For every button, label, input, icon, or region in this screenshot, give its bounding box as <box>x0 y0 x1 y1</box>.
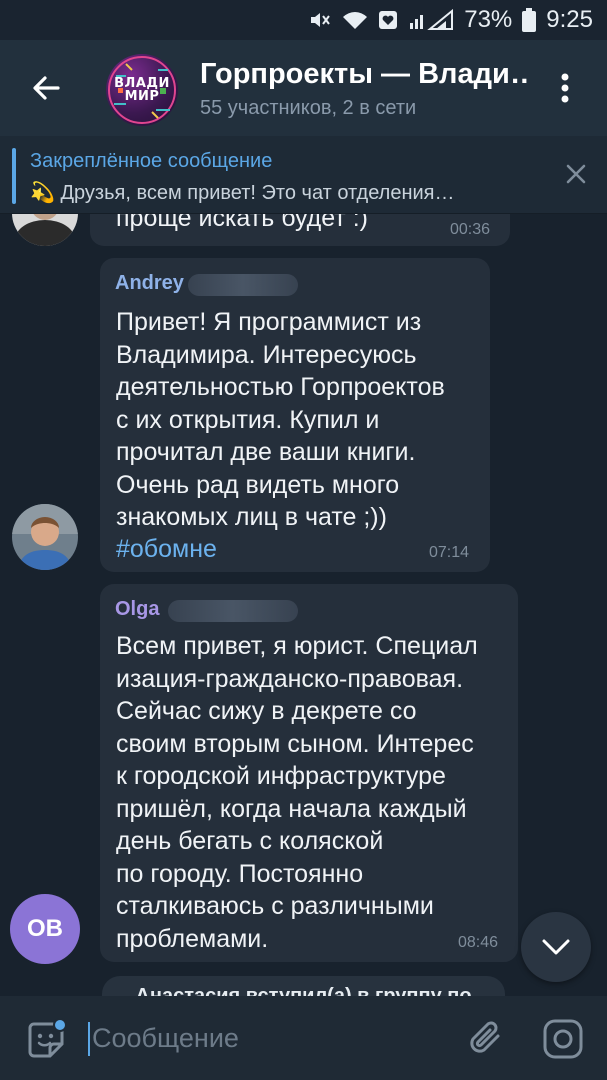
avatar-pattern-icon <box>108 56 176 124</box>
heart-box-icon <box>378 10 398 30</box>
chevron-down-icon <box>542 939 570 955</box>
close-icon <box>566 164 586 184</box>
hashtag-link[interactable]: #обомне <box>116 533 217 566</box>
service-message: Анастасия вступил(а) в группу по <box>102 976 505 996</box>
pinned-emoji: 💫 <box>30 182 55 204</box>
user-photo-icon <box>12 504 78 570</box>
battery-percent: 73% <box>464 6 513 33</box>
message-bubble[interactable]: Olga Всем привет, я юрист. Специал изаци… <box>100 584 518 962</box>
chat-subtitle: 55 участников, 2 в сети <box>200 97 417 119</box>
message-bubble[interactable]: Andrey Привет! Я программист из Владимир… <box>100 258 490 572</box>
message-text: Всем привет, я юрист. Специал изация-гра… <box>116 632 478 953</box>
pinned-label: Закреплённое сообщение <box>30 150 273 172</box>
battery-icon <box>522 8 537 32</box>
chat-title[interactable]: Горпроекты — Влади… <box>200 58 530 91</box>
notification-dot <box>53 1018 67 1032</box>
more-vertical-icon <box>561 73 569 103</box>
message-composer <box>0 996 607 1080</box>
paperclip-icon <box>470 1021 500 1053</box>
sender-name-redacted <box>188 274 298 296</box>
message-time: 00:36 <box>450 221 491 238</box>
avatar[interactable] <box>12 214 78 246</box>
avatar[interactable] <box>12 504 78 570</box>
status-bar: 73% 9:25 <box>0 0 607 40</box>
text-cursor <box>88 1022 90 1056</box>
pinned-preview: 💫 Друзья, всем привет! Это чат отделения… <box>30 180 530 205</box>
pinned-text: Друзья, всем привет! Это чат отделения… <box>60 182 455 204</box>
message-text: проще искать будет :) <box>116 214 368 232</box>
mute-icon <box>308 9 332 31</box>
attach-button[interactable] <box>466 1016 506 1060</box>
message-input[interactable] <box>92 1018 432 1058</box>
camera-button[interactable] <box>542 1018 584 1060</box>
user-photo-icon <box>12 214 78 246</box>
chat-header: ВЛАДИ МИР Горпроекты — Влади… 55 участни… <box>0 40 607 136</box>
message-list[interactable]: проще искать будет :) 00:36 Andrey Приве… <box>0 214 607 996</box>
sender-name-redacted <box>168 600 298 622</box>
sender-name[interactable]: Olga <box>115 598 159 621</box>
wifi-icon <box>342 9 368 31</box>
close-pinned-button[interactable] <box>562 160 590 188</box>
arrow-left-icon <box>33 76 60 100</box>
sender-name[interactable]: Andrey <box>115 272 184 295</box>
avatar[interactable]: OB <box>10 894 80 964</box>
scroll-down-button[interactable] <box>521 912 591 982</box>
camera-icon <box>543 1019 583 1059</box>
message-text: Привет! Я программист из Владимира. Инте… <box>116 308 445 531</box>
group-avatar[interactable]: ВЛАДИ МИР <box>106 54 178 126</box>
pinned-message-bar[interactable]: Закреплённое сообщение 💫 Друзья, всем пр… <box>0 136 607 214</box>
clock: 9:25 <box>546 6 593 33</box>
message-time: 07:14 <box>429 544 470 561</box>
pinned-accent-bar <box>12 148 16 204</box>
signal-icon <box>408 9 454 31</box>
back-button[interactable] <box>28 70 64 106</box>
message-bubble[interactable]: проще искать будет :) 00:36 <box>90 214 510 246</box>
more-menu-button[interactable] <box>553 68 577 108</box>
message-time: 08:46 <box>458 934 499 951</box>
